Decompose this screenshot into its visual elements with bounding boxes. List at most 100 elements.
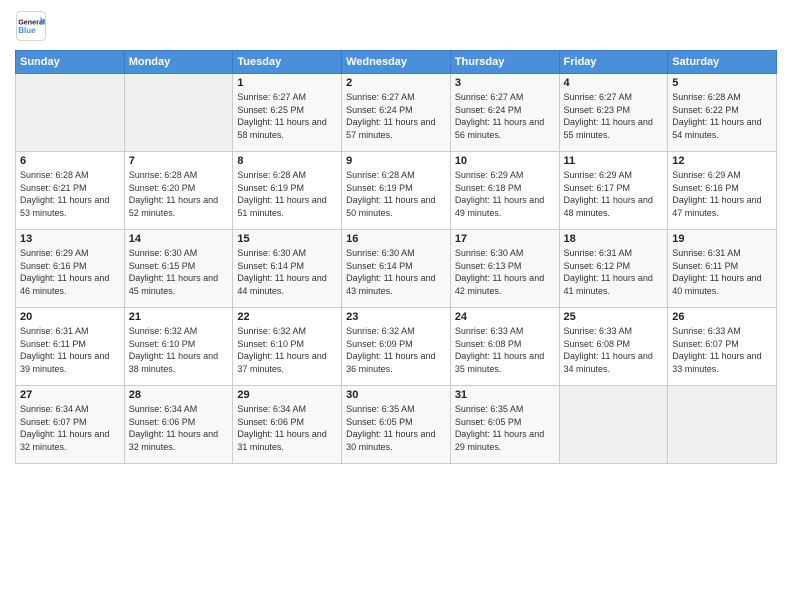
day-info: Sunrise: 6:29 AM Sunset: 6:17 PM Dayligh…: [564, 169, 664, 219]
logo-icon: General Blue: [15, 10, 47, 42]
day-number: 10: [455, 155, 555, 167]
calendar-cell: 22Sunrise: 6:32 AM Sunset: 6:10 PM Dayli…: [233, 308, 342, 386]
day-info: Sunrise: 6:33 AM Sunset: 6:08 PM Dayligh…: [564, 325, 664, 375]
day-info: Sunrise: 6:31 AM Sunset: 6:11 PM Dayligh…: [672, 247, 772, 297]
calendar-cell: [124, 74, 233, 152]
day-info: Sunrise: 6:30 AM Sunset: 6:13 PM Dayligh…: [455, 247, 555, 297]
weekday-header-friday: Friday: [559, 51, 668, 74]
calendar-cell: 23 Sunrise: 6:32 AM Sunset: 6:09 PM Dayli…: [342, 308, 451, 386]
weekday-header-wednesday: Wednesday: [342, 51, 451, 74]
day-number: 31: [455, 389, 555, 401]
day-number: 2: [346, 77, 446, 89]
day-info: Sunrise: 6:32 AM Sunset: 6:10 PM Dayligh…: [237, 325, 337, 375]
day-number: 19: [672, 233, 772, 245]
page-container: General Blue SundayMondayTuesdayWednesda…: [0, 0, 792, 474]
calendar-cell: [668, 386, 777, 464]
day-info: Sunrise: 6:35 AM Sunset: 6:05 PM Dayligh…: [455, 403, 555, 453]
day-info: Sunrise: 6:27 AM Sunset: 6:25 PM Dayligh…: [237, 91, 337, 141]
day-info: Sunrise: 6:31 AM Sunset: 6:12 PM Dayligh…: [564, 247, 664, 297]
calendar-cell: 21Sunrise: 6:32 AM Sunset: 6:10 PM Dayli…: [124, 308, 233, 386]
day-info: Sunrise: 6:27 AM Sunset: 6:24 PM Dayligh…: [455, 91, 555, 141]
day-number: 20: [20, 311, 120, 323]
day-number: 11: [564, 155, 664, 167]
calendar-week-5: 27 Sunrise: 6:34 AM Sunset: 6:07 PM Dayli…: [16, 386, 777, 464]
day-info: Sunrise: 6:28 AM Sunset: 6:19 PM Dayligh…: [237, 169, 337, 219]
day-info: Sunrise: 6:29 AM Sunset: 6:16 PM Dayligh…: [672, 169, 772, 219]
day-info: Sunrise: 6:32 AM Sunset: 6:09 PM Dayligh…: [346, 325, 446, 375]
calendar-cell: [559, 386, 668, 464]
calendar-cell: 11 Sunrise: 6:29 AM Sunset: 6:17 PM Dayli…: [559, 152, 668, 230]
day-number: 5: [672, 77, 772, 89]
day-info: Sunrise: 6:34 AM Sunset: 6:07 PM Dayligh…: [20, 403, 120, 453]
day-number: 6: [20, 155, 120, 167]
day-info: Sunrise: 6:27 AM Sunset: 6:23 PM Dayligh…: [564, 91, 664, 141]
calendar-week-1: 1 Sunrise: 6:27 AM Sunset: 6:25 PM Daylig…: [16, 74, 777, 152]
day-info: Sunrise: 6:35 AM Sunset: 6:05 PM Dayligh…: [346, 403, 446, 453]
calendar-cell: 27 Sunrise: 6:34 AM Sunset: 6:07 PM Dayli…: [16, 386, 125, 464]
day-info: Sunrise: 6:30 AM Sunset: 6:15 PM Dayligh…: [129, 247, 229, 297]
day-info: Sunrise: 6:27 AM Sunset: 6:24 PM Dayligh…: [346, 91, 446, 141]
day-number: 28: [129, 389, 229, 401]
day-info: Sunrise: 6:28 AM Sunset: 6:20 PM Dayligh…: [129, 169, 229, 219]
day-number: 14: [129, 233, 229, 245]
weekday-header-monday: Monday: [124, 51, 233, 74]
day-number: 1: [237, 77, 337, 89]
calendar-week-3: 13 Sunrise: 6:29 AM Sunset: 6:16 PM Dayli…: [16, 230, 777, 308]
calendar-cell: 26 Sunrise: 6:33 AM Sunset: 6:07 PM Dayli…: [668, 308, 777, 386]
logo: General Blue: [15, 10, 47, 42]
calendar-cell: 13 Sunrise: 6:29 AM Sunset: 6:16 PM Dayli…: [16, 230, 125, 308]
day-info: Sunrise: 6:33 AM Sunset: 6:07 PM Dayligh…: [672, 325, 772, 375]
day-info: Sunrise: 6:30 AM Sunset: 6:14 PM Dayligh…: [346, 247, 446, 297]
day-number: 16: [346, 233, 446, 245]
day-info: Sunrise: 6:28 AM Sunset: 6:22 PM Dayligh…: [672, 91, 772, 141]
calendar-cell: 15 Sunrise: 6:30 AM Sunset: 6:14 PM Dayli…: [233, 230, 342, 308]
calendar-cell: 24Sunrise: 6:33 AM Sunset: 6:08 PM Dayli…: [450, 308, 559, 386]
calendar-week-4: 20Sunrise: 6:31 AM Sunset: 6:11 PM Dayli…: [16, 308, 777, 386]
calendar-cell: 19 Sunrise: 6:31 AM Sunset: 6:11 PM Dayli…: [668, 230, 777, 308]
calendar-cell: 4 Sunrise: 6:27 AM Sunset: 6:23 PM Daylig…: [559, 74, 668, 152]
calendar-cell: 14 Sunrise: 6:30 AM Sunset: 6:15 PM Dayli…: [124, 230, 233, 308]
day-info: Sunrise: 6:34 AM Sunset: 6:06 PM Dayligh…: [237, 403, 337, 453]
weekday-header-sunday: Sunday: [16, 51, 125, 74]
day-info: Sunrise: 6:28 AM Sunset: 6:21 PM Dayligh…: [20, 169, 120, 219]
day-number: 8: [237, 155, 337, 167]
day-info: Sunrise: 6:34 AM Sunset: 6:06 PM Dayligh…: [129, 403, 229, 453]
day-number: 13: [20, 233, 120, 245]
day-number: 9: [346, 155, 446, 167]
calendar-cell: 8 Sunrise: 6:28 AM Sunset: 6:19 PM Daylig…: [233, 152, 342, 230]
day-number: 12: [672, 155, 772, 167]
day-number: 15: [237, 233, 337, 245]
calendar-table: SundayMondayTuesdayWednesdayThursdayFrid…: [15, 50, 777, 464]
calendar-cell: 7 Sunrise: 6:28 AM Sunset: 6:20 PM Daylig…: [124, 152, 233, 230]
calendar-cell: 31 Sunrise: 6:35 AM Sunset: 6:05 PM Dayli…: [450, 386, 559, 464]
day-number: 4: [564, 77, 664, 89]
day-number: 17: [455, 233, 555, 245]
calendar-cell: 30Sunrise: 6:35 AM Sunset: 6:05 PM Dayli…: [342, 386, 451, 464]
calendar-cell: 2 Sunrise: 6:27 AM Sunset: 6:24 PM Daylig…: [342, 74, 451, 152]
calendar-cell: 17 Sunrise: 6:30 AM Sunset: 6:13 PM Dayli…: [450, 230, 559, 308]
day-number: 29: [237, 389, 337, 401]
calendar-cell: 16 Sunrise: 6:30 AM Sunset: 6:14 PM Dayli…: [342, 230, 451, 308]
weekday-header-row: SundayMondayTuesdayWednesdayThursdayFrid…: [16, 51, 777, 74]
calendar-cell: 6 Sunrise: 6:28 AM Sunset: 6:21 PM Daylig…: [16, 152, 125, 230]
day-number: 21: [129, 311, 229, 323]
svg-text:Blue: Blue: [18, 26, 36, 35]
day-number: 26: [672, 311, 772, 323]
day-info: Sunrise: 6:30 AM Sunset: 6:14 PM Dayligh…: [237, 247, 337, 297]
day-number: 18: [564, 233, 664, 245]
calendar-cell: 18 Sunrise: 6:31 AM Sunset: 6:12 PM Dayli…: [559, 230, 668, 308]
day-number: 27: [20, 389, 120, 401]
calendar-week-2: 6 Sunrise: 6:28 AM Sunset: 6:21 PM Daylig…: [16, 152, 777, 230]
calendar-cell: 5 Sunrise: 6:28 AM Sunset: 6:22 PM Daylig…: [668, 74, 777, 152]
calendar-cell: 28 Sunrise: 6:34 AM Sunset: 6:06 PM Dayli…: [124, 386, 233, 464]
header: General Blue: [15, 10, 777, 42]
day-info: Sunrise: 6:33 AM Sunset: 6:08 PM Dayligh…: [455, 325, 555, 375]
day-number: 25: [564, 311, 664, 323]
day-info: Sunrise: 6:29 AM Sunset: 6:16 PM Dayligh…: [20, 247, 120, 297]
weekday-header-tuesday: Tuesday: [233, 51, 342, 74]
calendar-cell: 12 Sunrise: 6:29 AM Sunset: 6:16 PM Dayli…: [668, 152, 777, 230]
day-info: Sunrise: 6:28 AM Sunset: 6:19 PM Dayligh…: [346, 169, 446, 219]
day-number: 7: [129, 155, 229, 167]
calendar-cell: 25 Sunrise: 6:33 AM Sunset: 6:08 PM Dayli…: [559, 308, 668, 386]
day-number: 23: [346, 311, 446, 323]
